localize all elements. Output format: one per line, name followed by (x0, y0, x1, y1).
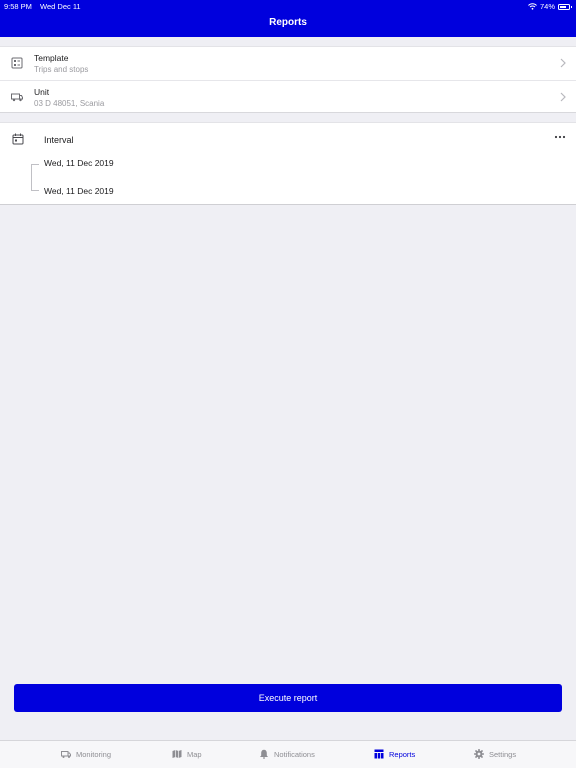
truck-icon (11, 93, 23, 102)
report-params-group: Template Trips and stops Unit 03 D 48051… (0, 46, 576, 113)
status-bar: 9:58 PM Wed Dec 11 74% (0, 0, 576, 12)
tab-monitoring[interactable]: Monitoring (61, 749, 111, 759)
tab-label: Monitoring (76, 749, 112, 759)
chevron-right-icon (560, 58, 566, 68)
template-value: Trips and stops (34, 65, 89, 74)
template-icon (11, 57, 23, 69)
tab-notifications[interactable]: Notifications (259, 749, 315, 759)
unit-label: Unit (34, 87, 50, 97)
battery-icon (558, 3, 572, 10)
unit-value: 03 D 48051, Scania (34, 99, 105, 108)
template-label: Template (34, 53, 69, 63)
interval-label: Interval (44, 135, 74, 145)
interval-end-date[interactable]: Wed, 11 Dec 2019 (44, 186, 114, 196)
interval-start-date[interactable]: Wed, 11 Dec 2019 (44, 158, 114, 168)
interval-section: Interval Wed, 11 Dec 2019 Wed, 11 Dec 20… (0, 122, 576, 205)
wifi-icon (528, 3, 537, 10)
map-icon (172, 750, 182, 758)
interval-bracket (31, 164, 39, 191)
reports-icon (374, 749, 384, 759)
monitoring-truck-icon (61, 751, 71, 758)
template-row[interactable]: Template Trips and stops (0, 47, 576, 81)
tab-settings[interactable]: Settings (474, 749, 516, 759)
bell-icon (260, 749, 268, 759)
tab-reports[interactable]: Reports (374, 749, 415, 759)
tab-bar: Monitoring Map Notifications Reports Set… (0, 740, 576, 768)
execute-report-button[interactable]: Execute report (14, 684, 562, 712)
unit-row[interactable]: Unit 03 D 48051, Scania (0, 81, 576, 114)
more-options-icon[interactable] (554, 134, 566, 140)
navigation-header: 9:58 PM Wed Dec 11 74% Reports (0, 0, 576, 37)
gear-icon (474, 749, 484, 759)
page-title: Reports (269, 17, 307, 28)
tab-label: Reports (389, 749, 416, 759)
status-time: 9:58 PM (4, 2, 32, 11)
chevron-right-icon (560, 92, 566, 102)
status-date: Wed Dec 11 (40, 2, 81, 11)
calendar-icon (12, 133, 24, 145)
tab-label: Map (187, 749, 202, 759)
tab-label: Settings (489, 749, 517, 759)
tab-label: Notifications (274, 749, 315, 759)
battery-percent: 74% (539, 2, 555, 11)
tab-map[interactable]: Map (172, 749, 202, 759)
